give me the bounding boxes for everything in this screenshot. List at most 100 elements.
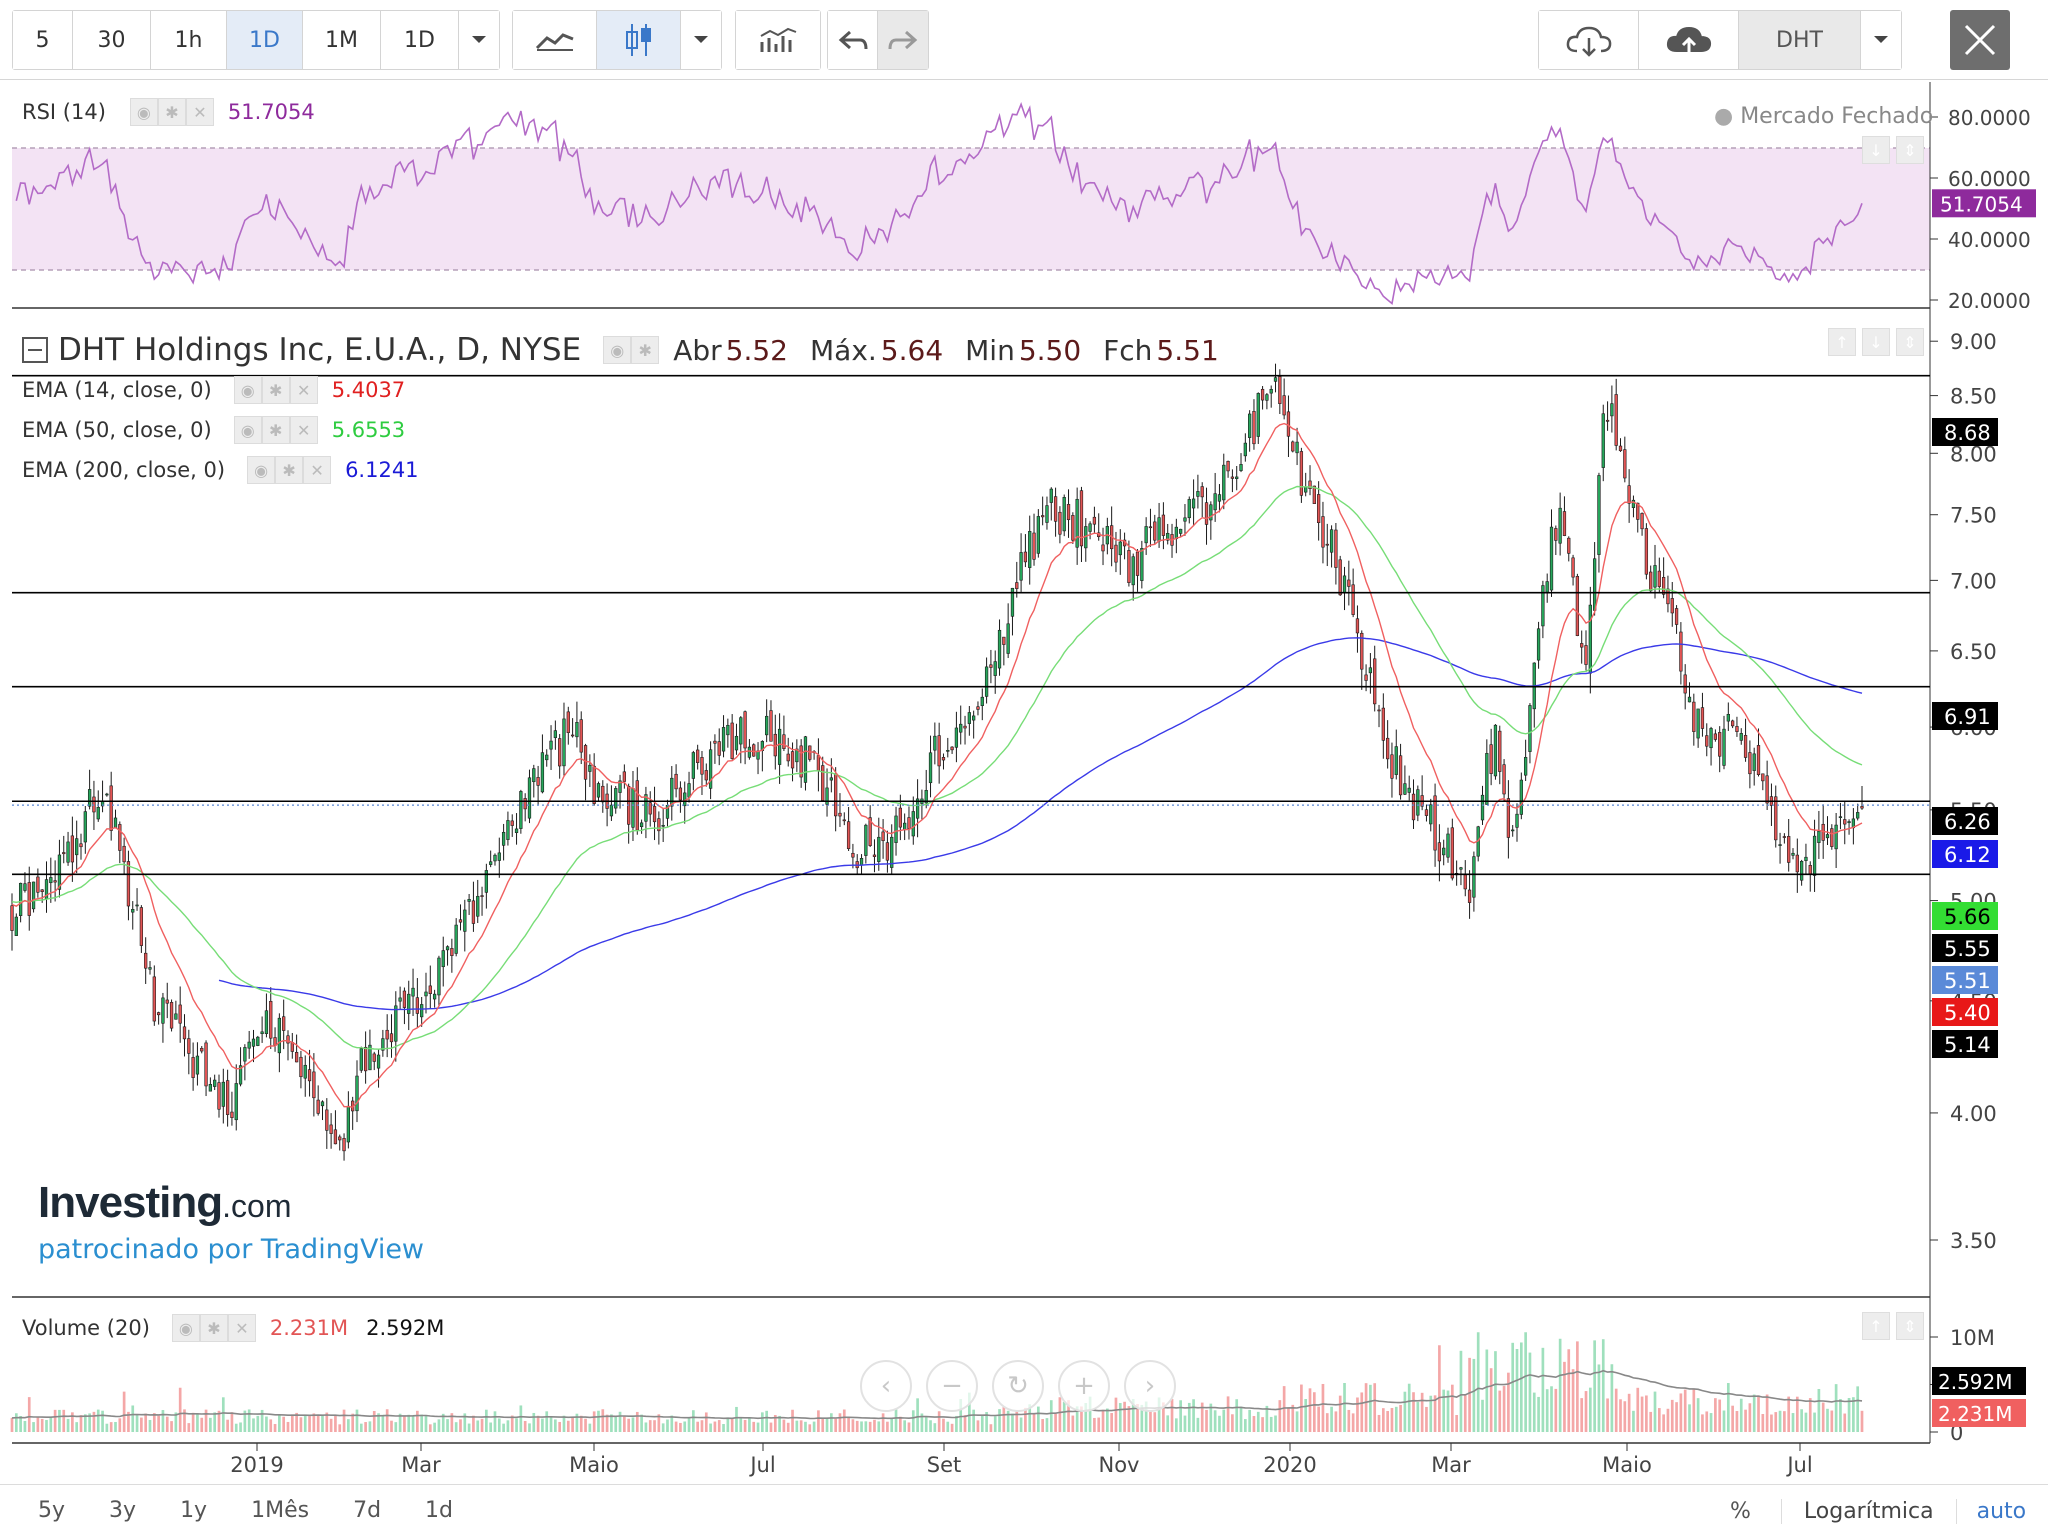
candle xyxy=(1575,576,1580,636)
arrow-up-icon[interactable]: ↑ xyxy=(1862,1312,1890,1340)
close-icon[interactable]: ✕ xyxy=(227,1314,256,1342)
volume-bar xyxy=(817,1410,820,1432)
volume-bar xyxy=(1239,1406,1243,1432)
zoom-in-button[interactable]: + xyxy=(1058,1360,1110,1412)
eye-icon[interactable]: ◉ xyxy=(247,456,276,484)
range-1d[interactable]: 1d xyxy=(403,1498,475,1523)
candle xyxy=(765,715,769,736)
candle xyxy=(1148,526,1153,529)
eye-icon[interactable]: ◉ xyxy=(171,1314,200,1342)
volume-bar xyxy=(131,1405,135,1432)
volume-bar xyxy=(1627,1393,1631,1432)
candle xyxy=(790,751,795,769)
candle xyxy=(907,817,911,830)
candle xyxy=(31,881,36,910)
volume-bar xyxy=(640,1414,643,1432)
candle xyxy=(1433,795,1437,851)
candle xyxy=(1429,804,1433,825)
candle xyxy=(1480,794,1485,821)
arrow-expand-icon[interactable]: ⇕ xyxy=(1896,1312,1924,1340)
close-icon[interactable]: ✕ xyxy=(289,376,318,404)
volume-bar xyxy=(118,1418,122,1432)
volume-bar xyxy=(303,1415,307,1432)
candle xyxy=(312,1071,316,1099)
candle xyxy=(1321,516,1325,548)
volume-bar xyxy=(234,1423,238,1432)
volume-bar xyxy=(368,1421,372,1432)
candle xyxy=(1088,523,1092,532)
arrow-down-icon[interactable]: ↓ xyxy=(1862,328,1890,356)
gear-icon[interactable]: ✱ xyxy=(275,456,304,484)
candle xyxy=(445,946,450,951)
volume-bar xyxy=(62,1409,66,1432)
volume-bar xyxy=(32,1422,35,1432)
volume-bar xyxy=(1011,1413,1014,1432)
volume-bar xyxy=(230,1412,234,1432)
volume-bar xyxy=(1489,1368,1493,1432)
reset-zoom-button[interactable]: ↻ xyxy=(992,1360,1044,1412)
auto-toggle[interactable]: auto xyxy=(1955,1498,2047,1524)
range-7d[interactable]: 7d xyxy=(331,1498,403,1523)
volume-bar xyxy=(674,1421,678,1432)
zoom-out-button[interactable]: − xyxy=(926,1360,978,1412)
candle xyxy=(131,909,135,913)
range-3y[interactable]: 3y xyxy=(87,1498,158,1523)
volume-bar xyxy=(579,1415,583,1432)
candle xyxy=(62,852,66,855)
candle xyxy=(269,1000,273,1039)
eye-icon[interactable]: ◉ xyxy=(603,336,632,364)
gear-icon[interactable]: ✱ xyxy=(631,336,660,364)
close-label: Fch xyxy=(1103,333,1153,367)
price-tag-label: 8.68 xyxy=(1944,421,1991,445)
volume-bar xyxy=(1537,1396,1540,1432)
candle xyxy=(234,1083,238,1121)
candle xyxy=(70,835,75,863)
eye-icon[interactable]: ◉ xyxy=(233,376,262,404)
gear-icon[interactable]: ✱ xyxy=(261,376,290,404)
candle xyxy=(303,1064,307,1079)
volume-bar xyxy=(1321,1383,1325,1432)
candle xyxy=(463,909,467,932)
candle xyxy=(200,1047,204,1052)
candle xyxy=(420,1004,424,1018)
volume-bar xyxy=(416,1410,419,1432)
volume-bar xyxy=(1576,1341,1579,1432)
range-5y[interactable]: 5y xyxy=(0,1498,87,1523)
range-1m[interactable]: 1Mês xyxy=(229,1498,331,1523)
volume-bar xyxy=(1632,1410,1635,1432)
log-toggle[interactable]: Logarítmica xyxy=(1780,1498,1956,1524)
volume-bar xyxy=(105,1423,109,1432)
candle xyxy=(363,1046,368,1072)
percent-toggle[interactable]: % xyxy=(1700,1499,1781,1524)
candle xyxy=(1709,728,1713,749)
arrow-expand-icon[interactable]: ⇕ xyxy=(1896,328,1924,356)
volume-bar xyxy=(963,1415,967,1432)
volume-bar xyxy=(1343,1382,1346,1432)
ema50-line xyxy=(11,485,1863,1050)
volume-bar xyxy=(627,1418,631,1432)
arrow-up-icon[interactable]: ↑ xyxy=(1828,328,1856,356)
candle xyxy=(221,1081,225,1107)
candle xyxy=(1485,753,1489,805)
volume-bar xyxy=(1545,1389,1549,1432)
close-icon[interactable]: ✕ xyxy=(289,416,318,444)
eye-icon[interactable]: ◉ xyxy=(233,416,262,444)
close-icon[interactable]: ✕ xyxy=(303,456,332,484)
gear-icon[interactable]: ✱ xyxy=(261,416,290,444)
volume-bar xyxy=(1757,1395,1760,1432)
candle xyxy=(1554,528,1558,541)
candle xyxy=(273,1037,277,1046)
volume-bar xyxy=(204,1409,208,1432)
candle xyxy=(316,1099,320,1114)
volume-bar xyxy=(122,1391,126,1432)
volume-bar xyxy=(1347,1409,1351,1432)
candle xyxy=(195,1055,200,1075)
gear-icon[interactable]: ✱ xyxy=(199,1314,228,1342)
candle xyxy=(959,723,963,733)
range-1y[interactable]: 1y xyxy=(158,1498,229,1523)
volume-bar xyxy=(1636,1387,1640,1432)
scroll-right-button[interactable]: › xyxy=(1124,1360,1176,1412)
scroll-left-button[interactable]: ‹ xyxy=(860,1360,912,1412)
x-axis-label: Mar xyxy=(1431,1453,1471,1477)
collapse-icon[interactable] xyxy=(22,337,48,363)
